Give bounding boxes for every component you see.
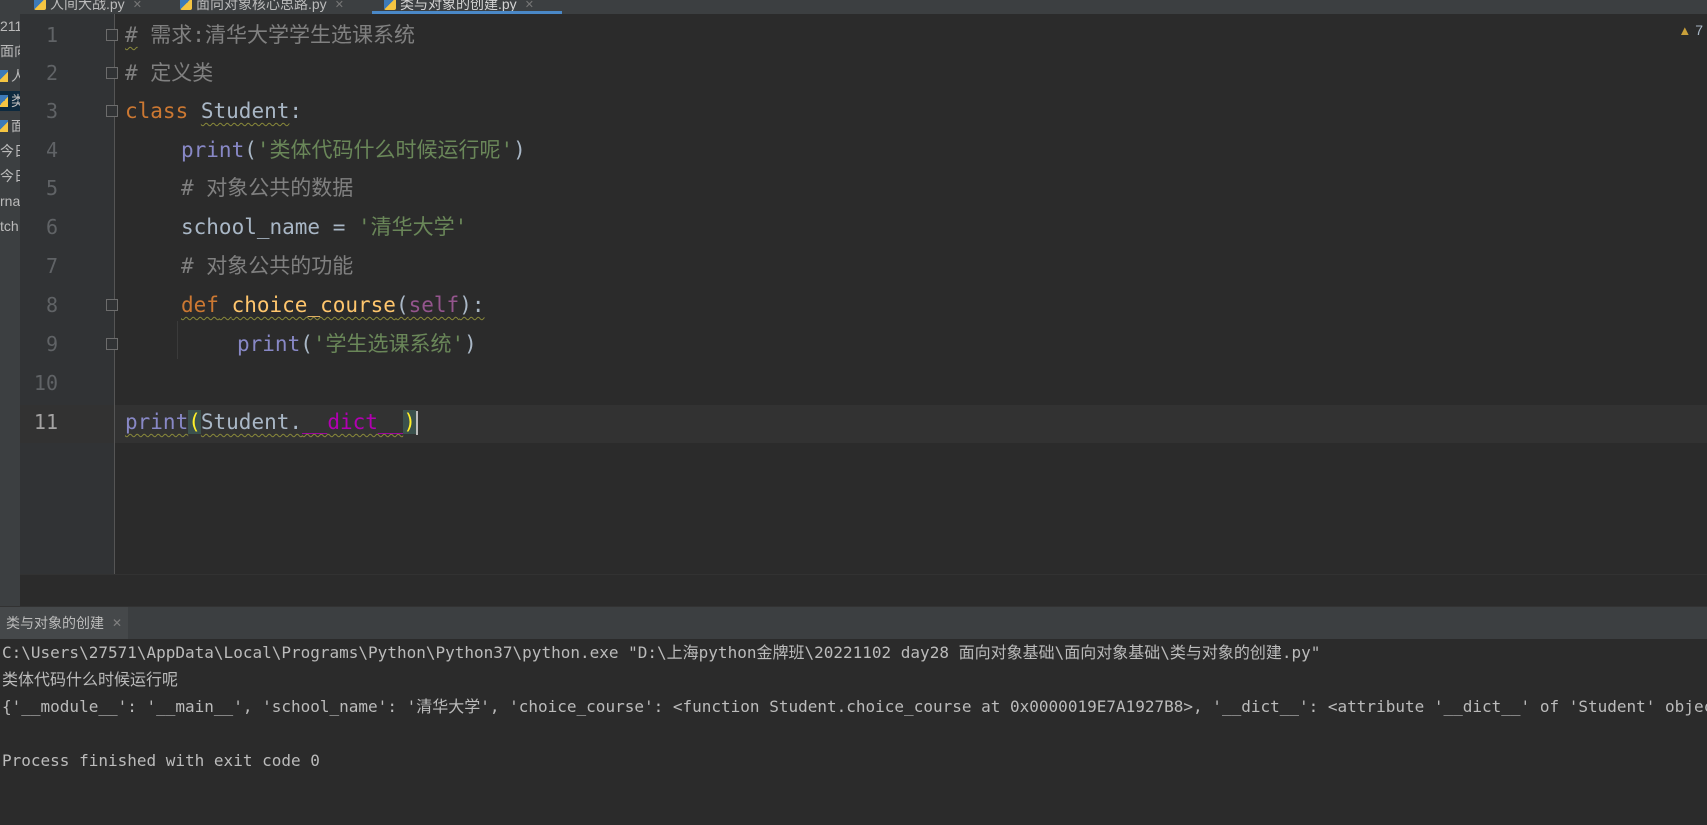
fold-icon[interactable] xyxy=(106,105,118,117)
python-file-icon xyxy=(34,0,46,10)
code-line-9: print('学生选课系统') xyxy=(237,332,477,356)
editor-bottom-area xyxy=(20,574,1707,607)
line-number: 5 xyxy=(45,176,58,200)
inspection-widget[interactable]: ▲ 7 xyxy=(1678,22,1703,38)
code-line-5: # 对象公共的数据 xyxy=(181,176,354,200)
code-line-6: school_name = '清华大学' xyxy=(181,215,468,239)
line-number: 3 xyxy=(45,99,58,123)
python-file-icon xyxy=(0,70,8,82)
run-tool-window-tabs: 类与对象的创建 ✕ xyxy=(0,606,1707,640)
run-console[interactable]: C:\Users\27571\AppData\Local\Programs\Py… xyxy=(0,639,1707,825)
warning-count: 7 xyxy=(1695,22,1703,38)
close-icon[interactable]: ✕ xyxy=(133,0,142,11)
tab-file-2[interactable]: 面向对象核心思路.py ✕ xyxy=(180,0,344,14)
tab-label: 人间大战.py xyxy=(50,0,125,12)
console-line: 类体代码什么时候运行呢 xyxy=(2,670,179,689)
fold-icon[interactable] xyxy=(106,299,118,311)
project-item-selected[interactable]: 类 xyxy=(0,91,20,111)
code-line-1: # 需求:清华大学学生选课系统 xyxy=(125,23,415,47)
text-caret xyxy=(415,411,418,435)
project-item[interactable]: 211 xyxy=(0,16,20,36)
code-line-7: # 对象公共的功能 xyxy=(181,254,354,278)
python-file-icon xyxy=(0,120,8,132)
code-line-3: class Student: xyxy=(125,99,303,123)
python-file-icon xyxy=(384,0,396,10)
line-number: 1 xyxy=(45,23,58,47)
line-number: 7 xyxy=(45,254,58,278)
indent-guide xyxy=(177,321,178,359)
close-icon[interactable]: ✕ xyxy=(525,0,534,11)
project-item[interactable]: 人 xyxy=(0,66,20,86)
close-icon[interactable]: ✕ xyxy=(112,616,122,630)
warning-icon: ▲ xyxy=(1678,22,1692,38)
code-line-2: # 定义类 xyxy=(125,61,214,85)
project-item[interactable]: 面向 xyxy=(0,41,20,61)
tab-label: 面向对象核心思路.py xyxy=(196,0,327,12)
console-line: {'__module__': '__main__', 'school_name'… xyxy=(2,697,1707,716)
line-number-current: 11 xyxy=(33,410,58,434)
line-number: 6 xyxy=(45,215,58,239)
fold-icon[interactable] xyxy=(106,338,118,350)
run-tab-label: 类与对象的创建 xyxy=(6,615,104,631)
project-tree-panel: 211 面向 人 类 面 今日 今日 rna tch xyxy=(0,14,20,606)
console-line: C:\Users\27571\AppData\Local\Programs\Py… xyxy=(2,643,1321,662)
project-item[interactable]: 面 xyxy=(0,116,20,136)
code-line-4: print('类体代码什么时候运行呢') xyxy=(181,138,526,162)
project-item[interactable]: 今日 xyxy=(0,166,20,186)
tab-file-1[interactable]: 人间大战.py ✕ xyxy=(34,0,142,14)
line-number: 8 xyxy=(45,293,58,317)
console-line: Process finished with exit code 0 xyxy=(2,751,320,770)
project-item[interactable]: rna xyxy=(0,191,20,211)
project-item[interactable]: tch xyxy=(0,216,20,236)
gutter-divider xyxy=(114,14,115,574)
python-file-icon xyxy=(180,0,192,10)
code-line-11: print(Student.__dict__) xyxy=(125,410,418,435)
project-item[interactable]: 今日 xyxy=(0,141,20,161)
line-number: 4 xyxy=(45,138,58,162)
editor-tab-bar: 人间大战.py ✕ 面向对象核心思路.py ✕ 类与对象的创建.py ✕ xyxy=(0,0,1707,15)
line-number: 10 xyxy=(33,371,58,395)
code-line-8: def choice_course(self): xyxy=(181,293,485,317)
fold-icon[interactable] xyxy=(106,67,118,79)
python-file-icon xyxy=(0,95,8,107)
line-number: 9 xyxy=(45,332,58,356)
line-number: 2 xyxy=(45,61,58,85)
close-icon[interactable]: ✕ xyxy=(335,0,344,11)
fold-icon[interactable] xyxy=(106,29,118,41)
run-tab[interactable]: 类与对象的创建 ✕ xyxy=(0,607,129,639)
